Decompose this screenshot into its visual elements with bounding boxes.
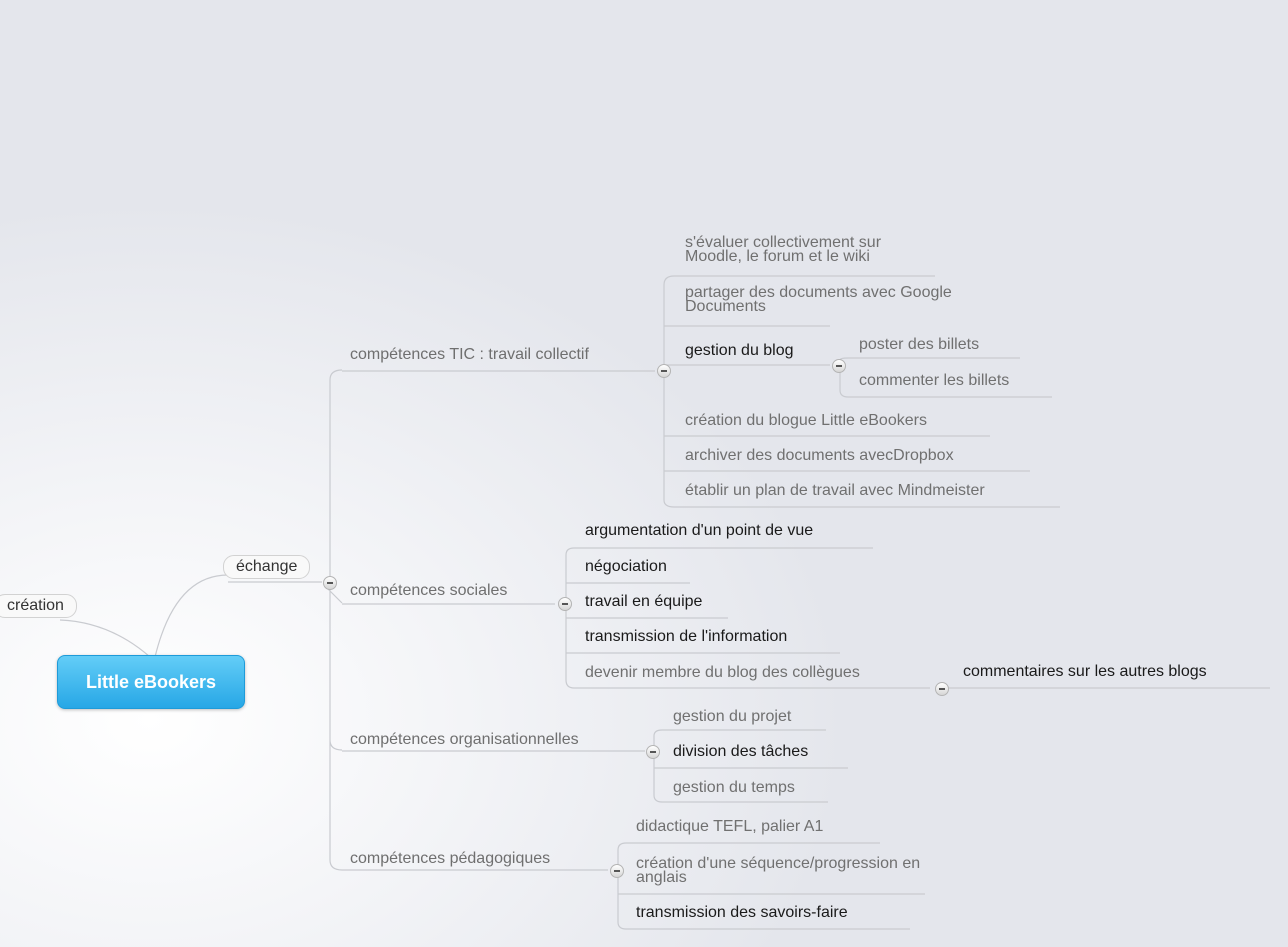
sociales-item[interactable]: transmission de l'information	[585, 628, 787, 645]
group-competences-tic[interactable]: compétences TIC : travail collectif	[350, 346, 589, 363]
group-competences-organisationnelles[interactable]: compétences organisationnelles	[350, 731, 579, 748]
mindmap-connectors	[59, 275, 1270, 930]
sociales-item[interactable]: négociation	[585, 558, 667, 575]
collapse-membre-button[interactable]	[935, 682, 949, 696]
tic-item[interactable]: s'évaluer collectivement sur Moodle, le …	[685, 235, 935, 265]
org-item[interactable]: gestion du projet	[673, 708, 791, 725]
mindmap-canvas: création échange Little eBookers compéte…	[0, 0, 1288, 947]
tic-item[interactable]: partager des documents avec Google Docum…	[685, 285, 955, 315]
tic-item[interactable]: archiver des documents avecDropbox	[685, 447, 954, 464]
tic-item[interactable]: création du blogue Little eBookers	[685, 412, 927, 429]
peda-item[interactable]: création d'une séquence/progression en a…	[636, 856, 936, 886]
org-item[interactable]: gestion du temps	[673, 779, 795, 796]
collapse-sociales-button[interactable]	[558, 597, 572, 611]
tic-item-gestion-blog[interactable]: gestion du blog	[685, 342, 794, 359]
collapse-tic-button[interactable]	[657, 364, 671, 378]
org-item[interactable]: division des tâches	[673, 743, 808, 760]
peda-item[interactable]: transmission des savoirs-faire	[636, 904, 848, 921]
sociales-item-devenir-membre[interactable]: devenir membre du blog des collègues	[585, 664, 860, 681]
link-root-echange	[154, 574, 229, 658]
link-echange-groups	[323, 369, 343, 871]
link-root-creation	[59, 619, 151, 658]
collapse-peda-button[interactable]	[610, 864, 624, 878]
group-competences-sociales[interactable]: compétences sociales	[350, 582, 507, 599]
sociales-item[interactable]: travail en équipe	[585, 593, 702, 610]
tic-item[interactable]: établir un plan de travail avec Mindmeis…	[685, 482, 985, 499]
collapse-echange-button[interactable]	[323, 576, 337, 590]
collapse-org-button[interactable]	[646, 745, 660, 759]
branch-echange[interactable]: échange	[223, 555, 311, 579]
blog-item[interactable]: commenter les billets	[859, 372, 1009, 389]
central-topic[interactable]: Little eBookers	[57, 655, 245, 709]
branch-creation[interactable]: création	[0, 594, 77, 618]
blog-item[interactable]: poster des billets	[859, 336, 979, 353]
peda-item[interactable]: didactique TEFL, palier A1	[636, 818, 823, 835]
group-competences-pedagogiques[interactable]: compétences pédagogiques	[350, 850, 550, 867]
membre-item[interactable]: commentaires sur les autres blogs	[963, 663, 1207, 680]
collapse-blog-button[interactable]	[832, 359, 846, 373]
sociales-item[interactable]: argumentation d'un point de vue	[585, 522, 813, 539]
